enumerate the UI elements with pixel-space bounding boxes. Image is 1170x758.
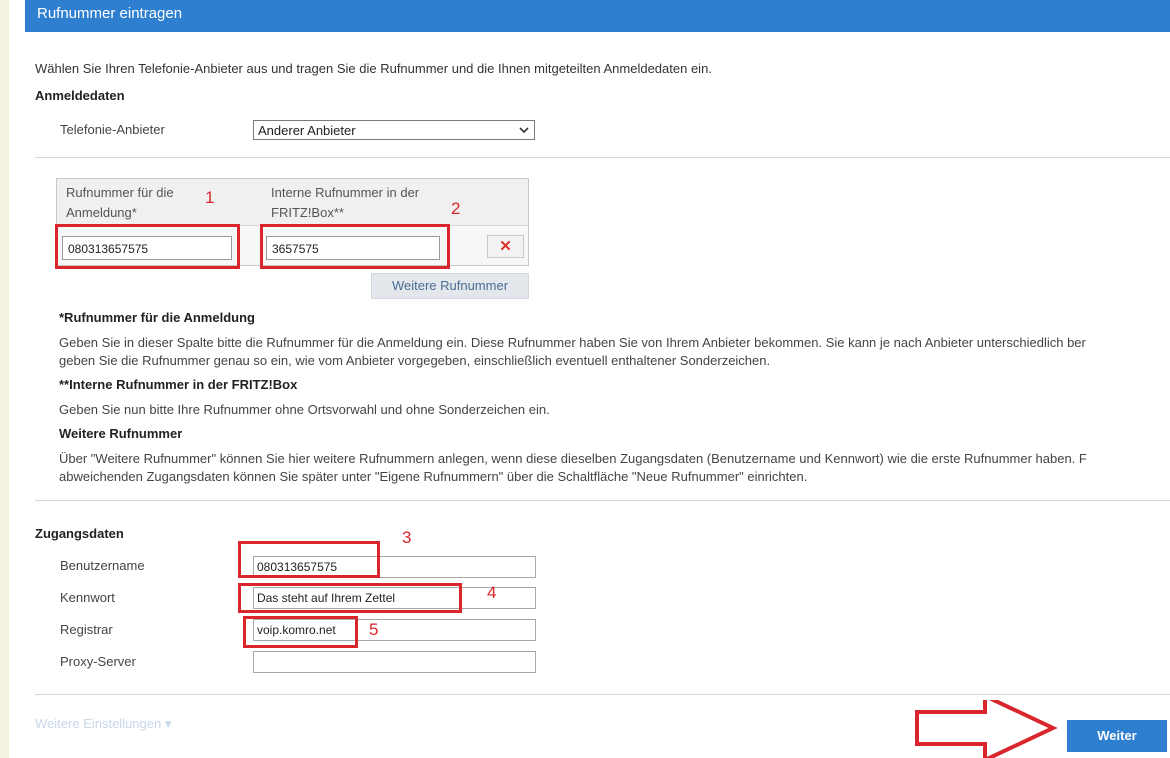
zugangsdaten-heading: Zugangsdaten [35, 526, 124, 541]
column-header-internal-number: Interne Rufnummer in der FRITZ!Box** [271, 185, 420, 220]
proxy-label: Proxy-Server [60, 654, 136, 669]
annotation-box-5 [243, 616, 358, 648]
divider [35, 500, 1170, 501]
password-label: Kennwort [60, 590, 115, 605]
intro-text: Wählen Sie Ihren Telefonie-Anbieter aus … [35, 61, 712, 76]
page-title: Rufnummer eintragen [37, 5, 183, 22]
annotation-box-4 [238, 583, 462, 613]
provider-label: Telefonie-Anbieter [60, 122, 165, 137]
help-heading-login-number: *Rufnummer für die Anmeldung [59, 310, 255, 325]
help-heading-more-numbers: Weitere Rufnummer [59, 426, 183, 441]
help-text-more-numbers-cont: abweichenden Zugangsdaten können Sie spä… [59, 469, 808, 484]
help-text-more-numbers: Über "Weitere Rufnummer" können Sie hier… [59, 451, 1087, 466]
next-button[interactable]: Weiter [1067, 720, 1167, 752]
annotation-number-4: 4 [487, 583, 497, 602]
annotation-box-2 [260, 224, 450, 269]
delete-row-button[interactable]: ✕ [487, 235, 524, 258]
help-text-login-number-cont: geben Sie die Rufnummer genau so ein, wi… [59, 353, 771, 368]
close-icon: ✕ [499, 238, 512, 255]
proxy-field[interactable] [253, 651, 536, 673]
add-number-button[interactable]: Weitere Rufnummer [371, 273, 529, 299]
divider [35, 157, 1170, 158]
annotation-number-2: 2 [451, 199, 461, 218]
provider-select-value: Anderer Anbieter [258, 123, 356, 138]
annotation-number-3: 3 [402, 528, 412, 547]
arrow-right-icon [915, 700, 1058, 758]
help-text-internal-number: Geben Sie nun bitte Ihre Rufnummer ohne … [59, 402, 550, 417]
help-text-login-number: Geben Sie in dieser Spalte bitte die Ruf… [59, 335, 1086, 350]
annotation-number-1: 1 [205, 188, 215, 207]
more-settings-link[interactable]: Weitere Einstellungen ▾ [35, 716, 171, 732]
registrar-label: Registrar [60, 622, 113, 637]
chevron-down-icon [519, 121, 529, 142]
username-label: Benutzername [60, 558, 145, 573]
annotation-box-3 [238, 541, 380, 578]
divider [35, 694, 1170, 695]
provider-select[interactable]: Anderer Anbieter [253, 120, 535, 140]
add-number-button-label: Weitere Rufnummer [391, 278, 509, 293]
help-heading-internal-number: **Interne Rufnummer in der FRITZ!Box [59, 377, 298, 392]
annotation-number-5: 5 [369, 620, 379, 639]
annotation-box-1 [55, 224, 240, 269]
page-header: Rufnummer eintragen [25, 0, 1170, 32]
column-header-login-number: Rufnummer für die Anmeldung* [66, 185, 174, 220]
left-margin-strip [0, 0, 9, 758]
anmeldedaten-heading: Anmeldedaten [35, 88, 125, 103]
